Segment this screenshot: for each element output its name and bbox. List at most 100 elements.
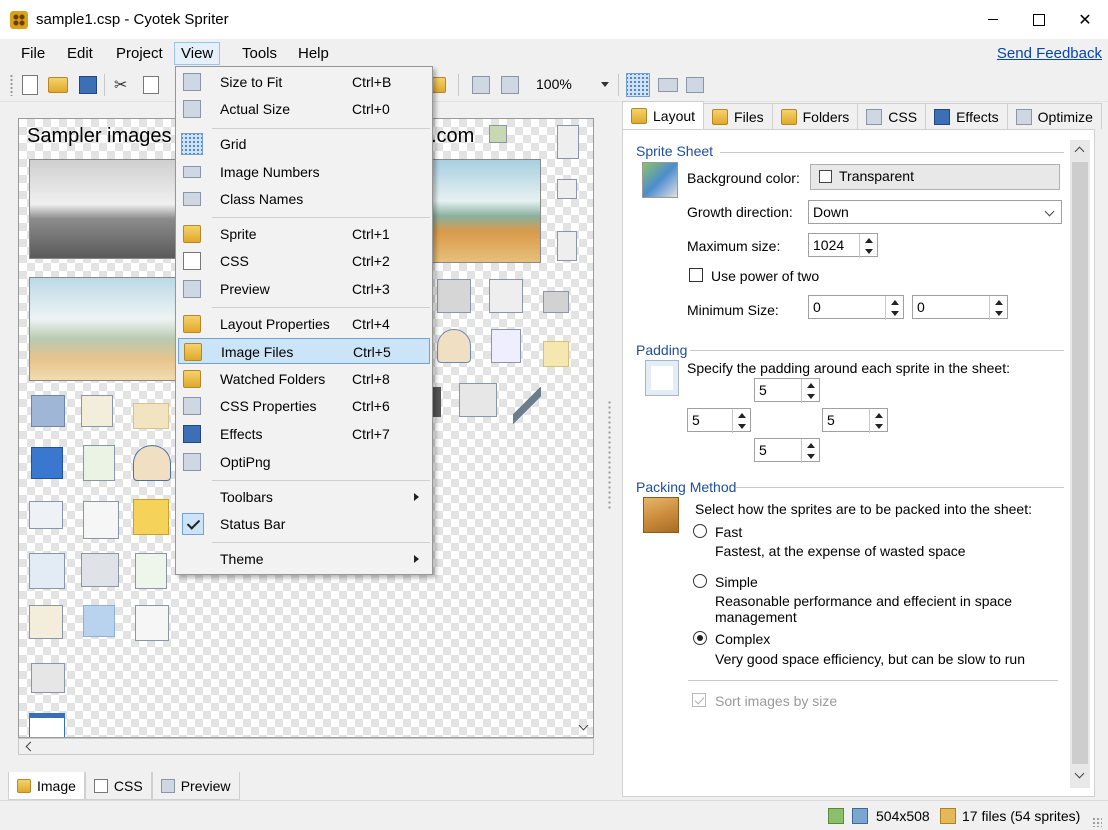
minimum-width-input[interactable]: 0 bbox=[808, 295, 904, 320]
tab-effects[interactable]: Effects bbox=[925, 103, 1008, 129]
menu-item-preview[interactable]: Preview Ctrl+3 bbox=[178, 276, 430, 302]
menu-item-css[interactable]: CSS Ctrl+2 bbox=[178, 248, 430, 274]
padding-right-input[interactable]: 5 bbox=[822, 408, 888, 433]
minimum-height-input[interactable]: 0 bbox=[912, 295, 1008, 320]
tab-folders-label: Folders bbox=[802, 108, 850, 125]
package-box-icon bbox=[643, 497, 679, 533]
spinner-icon[interactable] bbox=[732, 409, 750, 433]
menu-item-css-properties[interactable]: CSS Properties Ctrl+6 bbox=[178, 393, 430, 419]
menu-tools[interactable]: Tools bbox=[235, 42, 284, 65]
tab-folders[interactable]: Folders bbox=[771, 103, 859, 129]
send-feedback-link[interactable]: Send Feedback bbox=[997, 45, 1102, 62]
maximize-button[interactable] bbox=[1016, 0, 1062, 39]
scroll-down-icon[interactable] bbox=[1074, 768, 1085, 779]
grid-toggle-icon[interactable] bbox=[626, 73, 650, 97]
sprite-sheet-icon bbox=[642, 162, 678, 198]
sprite-picture-icon bbox=[489, 279, 523, 313]
spinner-icon[interactable] bbox=[859, 234, 877, 258]
resize-grip-icon[interactable] bbox=[1092, 817, 1102, 827]
sprite-tasks-star-icon bbox=[29, 605, 63, 639]
padding-top-value: 5 bbox=[759, 382, 767, 398]
cut-icon[interactable]: ✂ bbox=[114, 75, 136, 97]
menu-help[interactable]: Help bbox=[291, 42, 336, 65]
splitter-handle[interactable] bbox=[608, 400, 611, 510]
menu-item-grid[interactable]: Grid bbox=[178, 131, 430, 157]
sort-by-size-checkbox[interactable] bbox=[692, 693, 706, 707]
spinner-icon[interactable] bbox=[989, 296, 1007, 320]
new-file-icon[interactable] bbox=[22, 75, 38, 95]
menu-item-sprite[interactable]: Sprite Ctrl+1 bbox=[178, 221, 430, 247]
image-numbers-icon[interactable] bbox=[658, 78, 678, 92]
chevron-down-icon bbox=[601, 82, 609, 87]
class-names-icon[interactable] bbox=[686, 77, 704, 93]
tab-preview[interactable]: Preview bbox=[151, 772, 240, 800]
padding-left-input[interactable]: 5 bbox=[687, 408, 751, 433]
menu-item-size-to-fit[interactable]: Size to Fit Ctrl+B bbox=[178, 69, 430, 95]
growth-direction-select[interactable]: Down bbox=[808, 200, 1062, 224]
scrollbar-thumb[interactable] bbox=[1072, 162, 1088, 764]
close-button[interactable]: ✕ bbox=[1062, 0, 1108, 39]
menu-item-optipng[interactable]: OptiPng bbox=[178, 449, 430, 475]
menu-project[interactable]: Project bbox=[109, 42, 170, 65]
tab-css[interactable]: CSS bbox=[84, 772, 152, 800]
css-icon bbox=[183, 252, 201, 270]
actual-size-icon[interactable] bbox=[501, 76, 519, 94]
open-folder-icon[interactable] bbox=[48, 77, 68, 93]
menu-file[interactable]: File bbox=[14, 42, 52, 65]
tab-layout[interactable]: Layout bbox=[622, 101, 705, 129]
scroll-up-icon[interactable] bbox=[1074, 146, 1085, 157]
menu-item-watched-folders[interactable]: Watched Folders Ctrl+8 bbox=[178, 366, 430, 392]
menu-item-class-names[interactable]: Class Names bbox=[178, 186, 430, 212]
menu-item-image-numbers[interactable]: Image Numbers bbox=[178, 159, 430, 185]
spinner-icon[interactable] bbox=[869, 409, 887, 433]
menu-item-layout-properties[interactable]: Layout Properties Ctrl+4 bbox=[178, 311, 430, 337]
power-of-two-checkbox[interactable] bbox=[689, 268, 703, 282]
copy-icon[interactable] bbox=[143, 76, 159, 94]
packing-complex-label: Complex bbox=[715, 631, 771, 647]
checkmark-icon bbox=[182, 513, 204, 535]
background-color-picker[interactable]: Transparent bbox=[810, 164, 1060, 190]
submenu-arrow-icon bbox=[414, 555, 419, 563]
menu-item-toolbars[interactable]: Toolbars bbox=[178, 484, 430, 510]
minimize-button[interactable] bbox=[970, 0, 1016, 39]
tab-image[interactable]: Image bbox=[8, 772, 85, 800]
canvas-horizontal-scrollbar[interactable] bbox=[18, 738, 594, 755]
packing-simple-radio[interactable] bbox=[693, 574, 707, 588]
sprite-landscape-gray bbox=[29, 159, 179, 259]
tab-css-properties[interactable]: CSS bbox=[857, 103, 927, 129]
padding-bottom-input[interactable]: 5 bbox=[754, 438, 820, 463]
sort-by-size-label: Sort images by size bbox=[715, 693, 838, 709]
toolbar-grip-icon[interactable] bbox=[10, 74, 13, 96]
size-to-fit-icon[interactable] bbox=[472, 76, 490, 94]
tab-optimize[interactable]: Optimize bbox=[1006, 103, 1102, 129]
spinner-icon[interactable] bbox=[801, 439, 819, 463]
menu-item-theme[interactable]: Theme bbox=[178, 546, 430, 572]
padding-left-value: 5 bbox=[692, 412, 700, 428]
menu-edit[interactable]: Edit bbox=[60, 42, 100, 65]
effects-icon bbox=[183, 425, 201, 443]
menu-view[interactable]: View bbox=[174, 42, 221, 65]
maximum-size-input[interactable]: 1024 bbox=[808, 233, 878, 258]
scroll-left-icon[interactable] bbox=[25, 741, 36, 752]
save-icon[interactable] bbox=[79, 76, 97, 94]
spinner-icon[interactable] bbox=[801, 379, 819, 403]
minimum-width-value: 0 bbox=[813, 299, 821, 315]
properties-scrollbar[interactable] bbox=[1070, 140, 1090, 788]
paste-icon[interactable] bbox=[432, 77, 446, 93]
maximum-size-value: 1024 bbox=[813, 237, 845, 253]
canvas-vertical-scrollbar[interactable] bbox=[576, 118, 593, 738]
menu-item-effects[interactable]: Effects Ctrl+7 bbox=[178, 421, 430, 447]
sprite-dark-bar-icon bbox=[433, 387, 441, 417]
zoom-combo[interactable]: 100% bbox=[530, 73, 614, 95]
image-files-icon bbox=[184, 343, 202, 361]
menu-item-actual-size[interactable]: Actual Size Ctrl+0 bbox=[178, 96, 430, 122]
scroll-down-icon[interactable] bbox=[578, 720, 589, 731]
tab-files[interactable]: Files bbox=[703, 103, 773, 129]
padding-top-input[interactable]: 5 bbox=[754, 378, 820, 403]
section-packing-method: Packing Method bbox=[636, 479, 737, 495]
spinner-icon[interactable] bbox=[885, 296, 903, 320]
packing-complex-radio[interactable] bbox=[693, 631, 707, 645]
menu-item-status-bar[interactable]: Status Bar bbox=[178, 511, 430, 537]
menu-item-image-files[interactable]: Image Files Ctrl+5 bbox=[178, 338, 430, 364]
packing-fast-radio[interactable] bbox=[693, 524, 707, 538]
